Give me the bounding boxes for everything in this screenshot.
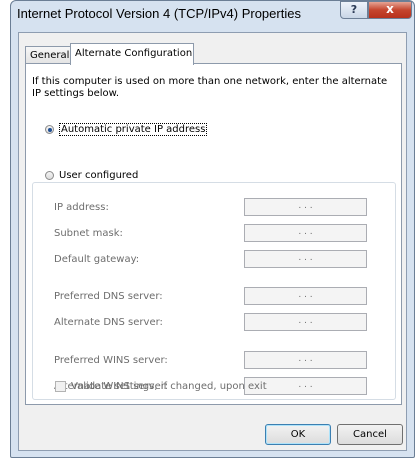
dialog-body: General Alternate Configuration If this … <box>18 32 407 451</box>
preferred-dns-input[interactable]: . . . <box>244 287 367 305</box>
ok-button[interactable]: OK <box>265 424 331 445</box>
ip-address-label: IP address: <box>54 202 109 213</box>
automatic-private-ip-option[interactable]: Automatic private IP address <box>45 123 208 136</box>
tab-alternate-configuration[interactable]: Alternate Configuration <box>70 43 194 65</box>
validate-settings-checkbox[interactable] <box>55 381 66 392</box>
automatic-radio-label: Automatic private IP address <box>59 123 208 136</box>
default-gateway-input[interactable]: . . . <box>244 250 367 268</box>
user-configured-label: User configured <box>59 170 139 181</box>
close-icon: x <box>386 2 394 16</box>
user-configured-radio[interactable] <box>45 171 54 180</box>
alternate-dns-input[interactable]: . . . <box>244 313 367 331</box>
properties-dialog: Internet Protocol Version 4 (TCP/IPv4) P… <box>10 0 415 458</box>
preferred-wins-label: Preferred WINS server: <box>54 355 168 366</box>
alternate-configuration-panel: If this computer is used on more than on… <box>25 63 402 405</box>
question-icon: ? <box>350 3 358 16</box>
validate-settings-option[interactable]: Validate settings, if changed, upon exit <box>55 381 267 392</box>
preferred-dns-label: Preferred DNS server: <box>54 291 163 302</box>
tab-general[interactable]: General <box>25 46 71 64</box>
ip-address-input[interactable]: . . . <box>244 198 367 216</box>
alternate-dns-label: Alternate DNS server: <box>54 317 163 328</box>
automatic-radio[interactable] <box>45 125 54 134</box>
close-button[interactable]: x <box>368 1 412 19</box>
validate-settings-label: Validate settings, if changed, upon exit <box>71 381 267 392</box>
intro-text: If this computer is used on more than on… <box>32 76 388 99</box>
user-configured-option[interactable]: User configured <box>45 170 142 181</box>
window-title: Internet Protocol Version 4 (TCP/IPv4) P… <box>17 6 301 21</box>
preferred-wins-input[interactable]: . . . <box>244 351 367 369</box>
subnet-mask-label: Subnet mask: <box>54 228 123 239</box>
subnet-mask-input[interactable]: . . . <box>244 224 367 242</box>
default-gateway-label: Default gateway: <box>54 254 140 265</box>
help-button[interactable]: ? <box>340 1 368 19</box>
title-bar[interactable]: Internet Protocol Version 4 (TCP/IPv4) P… <box>11 1 414 27</box>
cancel-button[interactable]: Cancel <box>337 424 403 445</box>
